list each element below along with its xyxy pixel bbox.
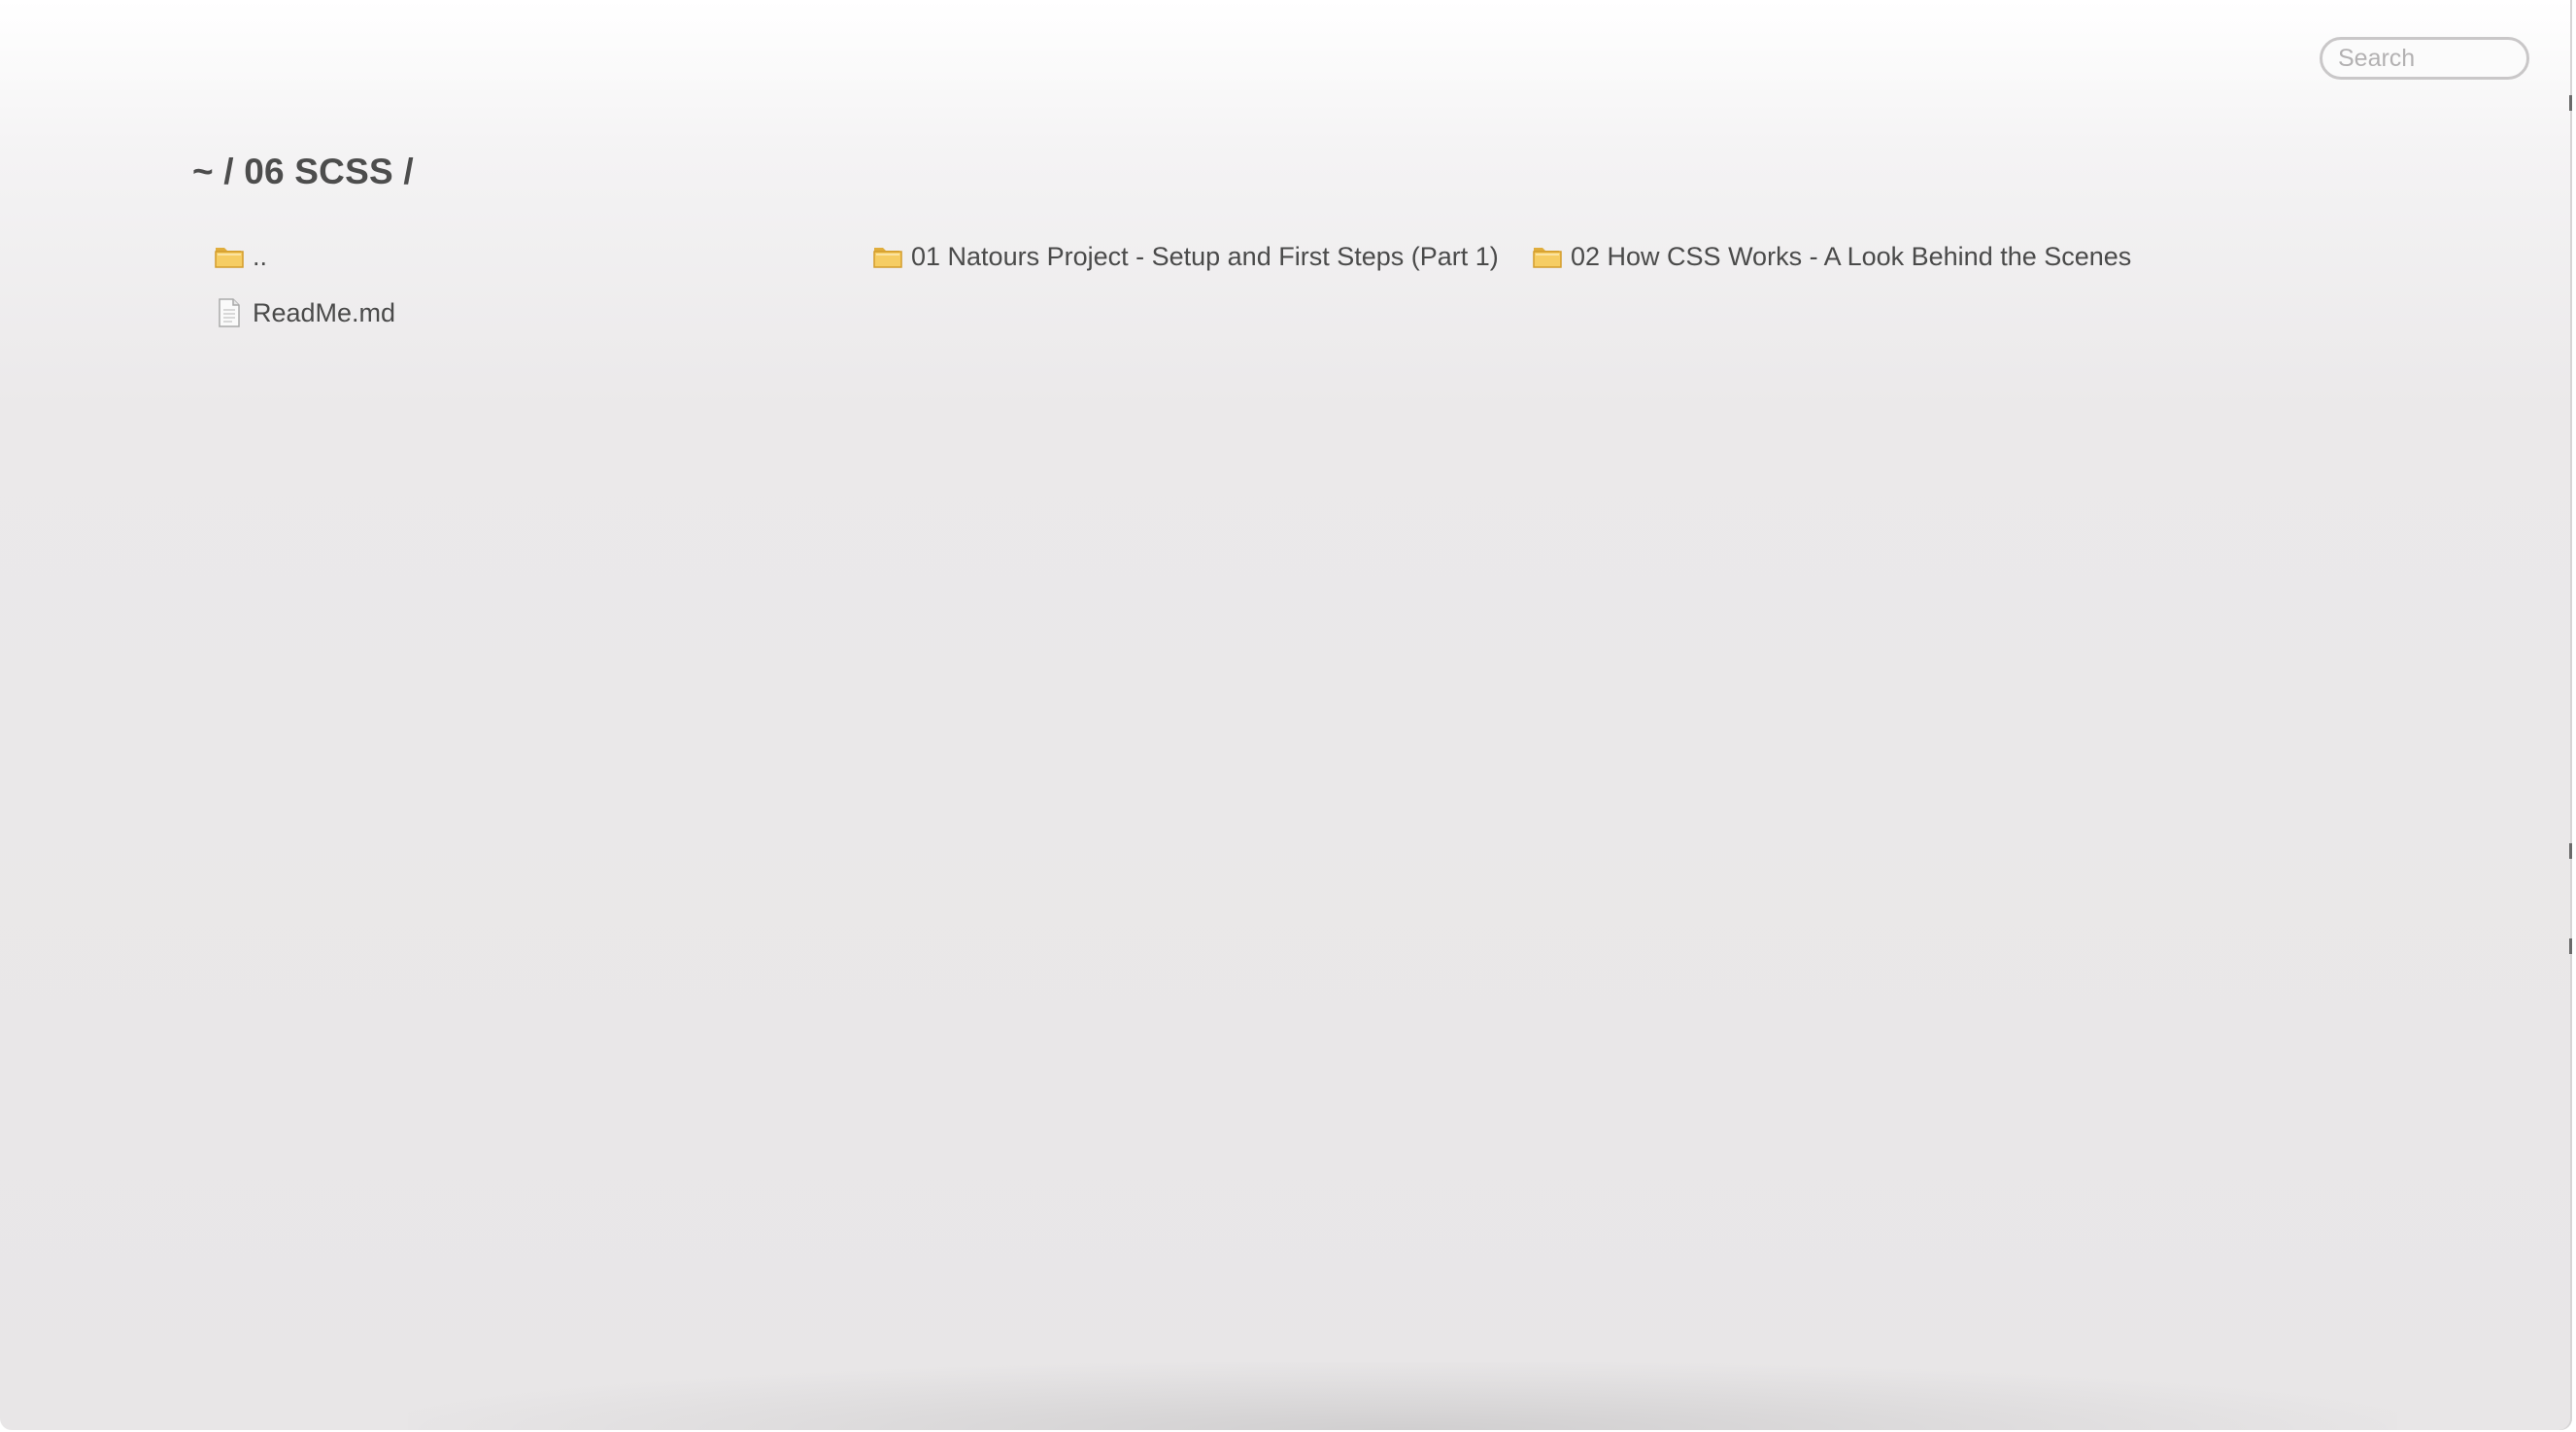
browser-window: ~ / 06 SCSS / .. 01 Natours Project - Se… <box>0 0 2572 1430</box>
file-item-readme[interactable]: ReadMe.md <box>214 293 395 332</box>
folder-item-parent[interactable]: .. <box>214 237 267 276</box>
document-icon <box>214 298 245 327</box>
folder-item-label: 02 How CSS Works - A Look Behind the Sce… <box>1571 241 2132 271</box>
breadcrumb: ~ / 06 SCSS / <box>192 152 414 191</box>
file-item-label: ReadMe.md <box>253 297 396 327</box>
folder-item-label: 01 Natours Project - Setup and First Ste… <box>911 241 1499 271</box>
folder-item-natours[interactable]: 01 Natours Project - Setup and First Ste… <box>872 237 1499 276</box>
search-input[interactable] <box>2320 37 2529 80</box>
window-edge-marker <box>2569 843 2572 859</box>
window-edge-marker <box>2569 95 2572 111</box>
window-edge-marker <box>2569 938 2572 954</box>
folder-item-label: .. <box>253 241 268 271</box>
folder-icon <box>214 242 245 271</box>
folder-icon <box>1532 242 1563 271</box>
folder-icon <box>872 242 903 271</box>
folder-item-how-css-works[interactable]: 02 How CSS Works - A Look Behind the Sce… <box>1532 237 2131 276</box>
